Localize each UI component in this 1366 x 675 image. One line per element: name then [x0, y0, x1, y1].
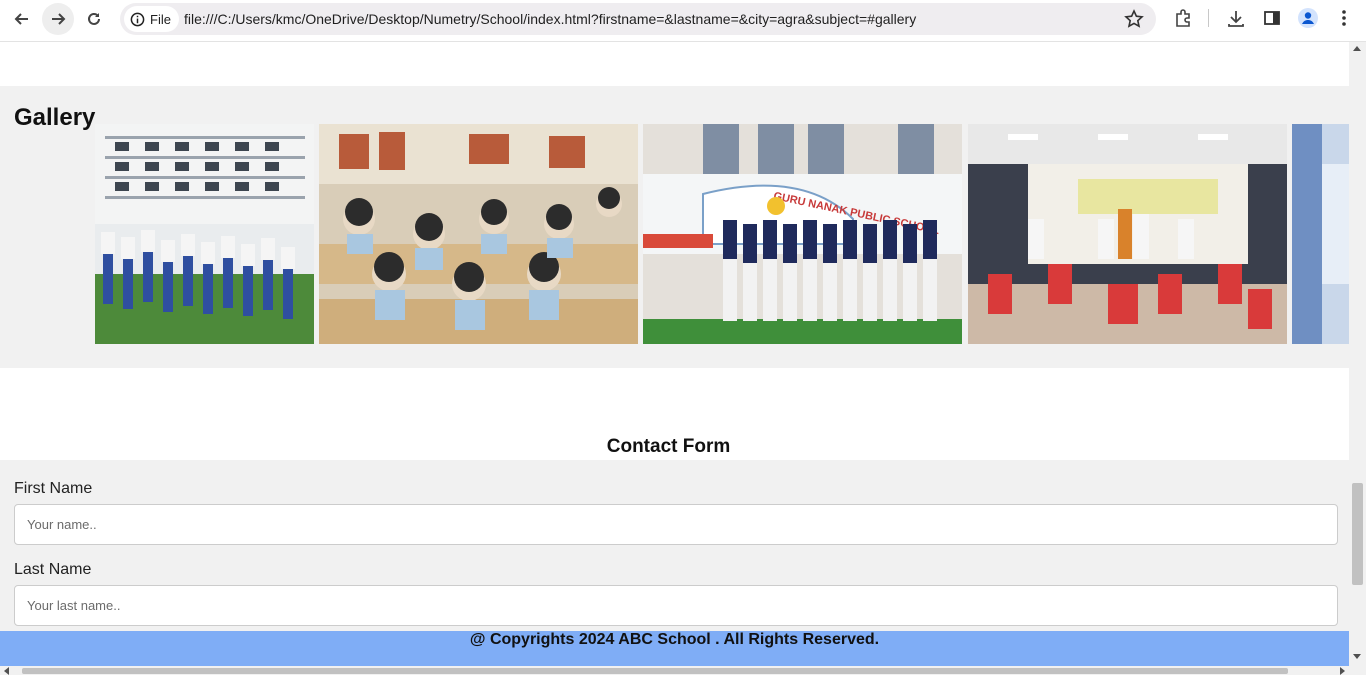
last-name-input[interactable]	[14, 585, 1338, 626]
browser-menu-button[interactable]	[1333, 7, 1355, 29]
url-text: file:///C:/Users/kmc/OneDrive/Desktop/Nu…	[184, 11, 917, 27]
profile-icon	[1298, 8, 1318, 28]
toolbar-separator	[1208, 9, 1209, 27]
scroll-down-arrow-icon[interactable]	[1353, 654, 1361, 659]
bookmark-button[interactable]	[1124, 9, 1144, 34]
browser-toolbar: File file:///C:/Users/kmc/OneDrive/Deskt…	[0, 0, 1366, 42]
side-panel-icon	[1264, 11, 1280, 25]
horizontal-scroll-thumb[interactable]	[22, 668, 1288, 674]
downloads-button[interactable]	[1225, 7, 1247, 29]
gallery-photo-assembly	[95, 124, 314, 344]
page-viewport: Gallery GURU NANAK PUBLIC SCHOOL Contact…	[0, 42, 1349, 666]
menu-icon	[1342, 10, 1346, 26]
profile-button[interactable]	[1297, 7, 1319, 29]
partial-photo-illustration	[1292, 124, 1349, 344]
assembly-illustration	[95, 124, 314, 344]
last-name-label: Last Name	[14, 561, 92, 578]
side-panel-button[interactable]	[1261, 7, 1283, 29]
site-info-chip[interactable]: File	[124, 6, 179, 32]
contact-form-title: Contact Form	[606, 436, 731, 457]
dance-illustration	[968, 124, 1287, 344]
extensions-button[interactable]	[1172, 7, 1194, 29]
horizontal-scrollbar[interactable]	[0, 666, 1366, 675]
vertical-scrollbar[interactable]	[1349, 42, 1366, 666]
address-bar[interactable]: File file:///C:/Users/kmc/OneDrive/Deskt…	[120, 3, 1156, 35]
page-footer: @ Copyrights 2024 ABC School . All Right…	[0, 631, 1349, 666]
forward-icon	[52, 13, 66, 25]
classroom-illustration	[319, 124, 638, 344]
file-chip-label: File	[150, 11, 171, 27]
info-icon	[130, 12, 145, 26]
star-icon	[1124, 9, 1144, 28]
gallery-photo-partial	[1292, 124, 1349, 344]
first-name-input[interactable]	[14, 504, 1338, 545]
first-name-label: First Name	[14, 480, 93, 497]
vertical-scroll-thumb[interactable]	[1352, 483, 1363, 585]
download-icon	[1228, 11, 1244, 27]
gallery-title: Gallery	[14, 104, 96, 131]
back-icon	[14, 13, 28, 25]
gallery-section: Gallery GURU NANAK PUBLIC SCHOOL	[0, 86, 1349, 368]
gallery-photo-dance	[968, 124, 1287, 344]
extensions-icon	[1176, 9, 1190, 27]
reload-icon	[88, 12, 100, 25]
scroll-up-arrow-icon[interactable]	[1353, 46, 1361, 51]
back-button[interactable]	[6, 3, 38, 35]
scroll-right-arrow-icon[interactable]	[1340, 667, 1345, 675]
forward-button[interactable]	[42, 3, 74, 35]
reload-button[interactable]	[78, 3, 110, 35]
scroll-left-arrow-icon[interactable]	[4, 667, 9, 675]
gallery-photo-classroom	[319, 124, 638, 344]
footer-copyright: @ Copyrights 2024 ABC School . All Right…	[469, 631, 880, 648]
choir-illustration: GURU NANAK PUBLIC SCHOOL	[643, 124, 962, 344]
gallery-photo-choir: GURU NANAK PUBLIC SCHOOL	[643, 124, 962, 344]
